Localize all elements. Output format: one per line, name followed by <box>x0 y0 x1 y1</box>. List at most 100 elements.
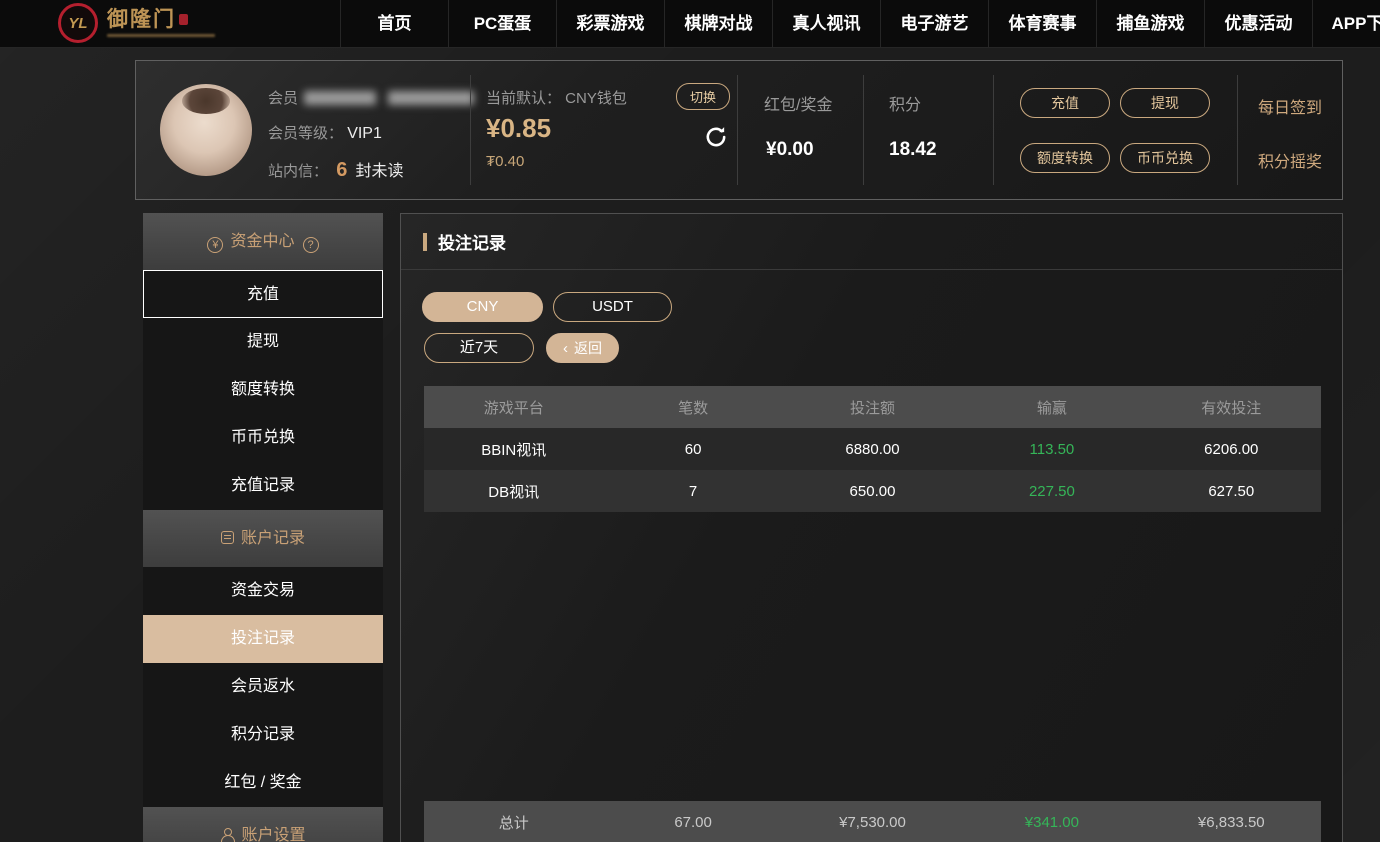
cell-platform: BBIN视讯 <box>424 439 603 460</box>
user-summary-panel: 会员 会员等级： VIP1 站内信： 6 封未读 当前默认： CNY钱包 切换 … <box>135 60 1343 200</box>
table-header-row: 游戏平台 笔数 投注额 输赢 有效投注 <box>424 386 1321 428</box>
page-title: 投注记录 <box>438 229 506 254</box>
sidebar: ¥ 资金中心? 充值 提现 额度转换 币币兑换 充值记录 账户记录 资金交易 投注… <box>143 213 383 842</box>
total-label: 总计 <box>424 812 603 833</box>
nav-item-live-casino[interactable]: 真人视讯 <box>772 0 880 48</box>
member-level-row: 会员等级： VIP1 <box>268 122 382 143</box>
currency-tab-usdt[interactable]: USDT <box>553 292 672 322</box>
nav-item-board-games[interactable]: 棋牌对战 <box>664 0 772 48</box>
sidebar-item-withdraw[interactable]: 提现 <box>143 318 383 366</box>
deposit-button[interactable]: 充值 <box>1020 88 1110 118</box>
avatar[interactable] <box>160 84 252 176</box>
wallet-cny-balance: ¥0.85 <box>486 113 551 144</box>
member-level-value: VIP1 <box>347 125 382 142</box>
table-total-row-wrap: 总计 67.00 ¥7,530.00 ¥341.00 ¥6,833.50 <box>424 801 1321 842</box>
panel-divider <box>1237 75 1238 185</box>
back-button[interactable]: ‹返回 <box>546 333 619 363</box>
nav-item-sports[interactable]: 体育赛事 <box>988 0 1096 48</box>
nav-item-lottery[interactable]: 彩票游戏 <box>556 0 664 48</box>
quota-transfer-button[interactable]: 额度转换 <box>1020 143 1110 173</box>
page: YL 御隆门 首页 PC蛋蛋 彩票游戏 棋牌对战 真人视讯 电子游艺 体育赛事 … <box>0 0 1380 842</box>
coin-exchange-button[interactable]: 币币兑换 <box>1120 143 1210 173</box>
panel-divider <box>470 75 471 185</box>
total-count: 67.00 <box>603 814 782 831</box>
nav-item-home[interactable]: 首页 <box>340 0 448 48</box>
nav-item-fishing[interactable]: 捕鱼游戏 <box>1096 0 1204 48</box>
member-level-label: 会员等级： <box>268 125 343 142</box>
logo-monogram: YL <box>68 15 87 32</box>
yen-circle-icon: ¥ <box>207 237 223 253</box>
wallet-switch-button[interactable]: 切换 <box>676 83 730 110</box>
col-header-winloss: 输赢 <box>962 397 1141 418</box>
inbox-label: 站内信： <box>268 163 328 180</box>
records-icon <box>221 531 234 544</box>
daily-signin-link[interactable]: 每日签到 <box>1258 94 1322 118</box>
sidebar-item-fund-transactions[interactable]: 资金交易 <box>143 567 383 615</box>
panel-divider <box>863 75 864 185</box>
points-value: 18.42 <box>889 139 937 161</box>
total-valid: ¥6,833.50 <box>1142 814 1321 831</box>
currency-tab-cny[interactable]: CNY <box>422 292 543 322</box>
col-header-valid-bet: 有效投注 <box>1142 397 1321 418</box>
sidebar-header-account-settings: 账户设置 <box>143 807 383 842</box>
col-header-count: 笔数 <box>603 397 782 418</box>
brand-logo[interactable]: YL 御隆门 <box>58 3 215 43</box>
cell-valid: 6206.00 <box>1142 441 1321 458</box>
title-accent-bar <box>423 233 427 251</box>
refresh-icon[interactable] <box>702 123 730 151</box>
logo-tagline <box>107 34 215 37</box>
bet-records-panel: 投注记录 CNY USDT 近7天 ‹返回 游戏平台 笔数 投注额 输赢 有效投… <box>400 213 1343 842</box>
sidebar-item-bet-records[interactable]: 投注记录 <box>143 615 383 663</box>
nav-item-app-download[interactable]: APP下载 <box>1312 0 1380 48</box>
date-range-button[interactable]: 近7天 <box>424 333 534 363</box>
logo-text: 御隆门 <box>107 8 176 31</box>
cell-bet: 650.00 <box>783 483 962 500</box>
wallet-default-label: 当前默认： CNY钱包 <box>486 87 627 108</box>
main-nav: 首页 PC蛋蛋 彩票游戏 棋牌对战 真人视讯 电子游艺 体育赛事 捕鱼游戏 优惠… <box>340 0 1380 48</box>
sidebar-item-coin-exchange[interactable]: 币币兑换 <box>143 414 383 462</box>
sidebar-item-points-records[interactable]: 积分记录 <box>143 711 383 759</box>
table-row: DB视讯 7 650.00 227.50 627.50 <box>424 470 1321 512</box>
sidebar-header-label: 资金中心 <box>230 233 294 250</box>
table-total-row: 总计 67.00 ¥7,530.00 ¥341.00 ¥6,833.50 <box>424 801 1321 842</box>
member-name-redacted <box>304 91 376 105</box>
wallet-usdt-balance: ₮0.40 <box>486 153 524 170</box>
sidebar-item-deposit[interactable]: 充值 <box>143 270 383 318</box>
inbox-unread-count: 6 <box>336 159 347 181</box>
nav-item-pceggs[interactable]: PC蛋蛋 <box>448 0 556 48</box>
sidebar-header-label: 账户记录 <box>241 530 305 547</box>
top-nav-bar: YL 御隆门 首页 PC蛋蛋 彩票游戏 棋牌对战 真人视讯 电子游艺 体育赛事 … <box>0 0 1380 48</box>
nav-item-slots[interactable]: 电子游艺 <box>880 0 988 48</box>
col-header-bet-amount: 投注额 <box>783 397 962 418</box>
cell-count: 60 <box>603 441 782 458</box>
logo-seal-icon <box>179 14 188 25</box>
withdraw-button[interactable]: 提现 <box>1120 88 1210 118</box>
cell-winloss: 227.50 <box>962 483 1141 500</box>
total-bet: ¥7,530.00 <box>783 814 962 831</box>
inbox-row[interactable]: 站内信： 6 封未读 <box>268 157 404 182</box>
cell-count: 7 <box>603 483 782 500</box>
cell-winloss: 113.50 <box>962 441 1141 458</box>
sidebar-item-redpacket-bonus[interactable]: 红包 / 奖金 <box>143 759 383 807</box>
panel-divider <box>993 75 994 185</box>
brand-logo-icon: YL <box>58 3 98 43</box>
cell-valid: 627.50 <box>1142 483 1321 500</box>
chevron-left-icon: ‹ <box>563 340 568 357</box>
member-name-row: 会员 <box>268 87 474 108</box>
sidebar-header-funds-center: ¥ 资金中心? <box>143 213 383 270</box>
help-icon[interactable]: ? <box>303 237 319 253</box>
sidebar-item-member-rebate[interactable]: 会员返水 <box>143 663 383 711</box>
panel-divider <box>737 75 738 185</box>
inbox-suffix: 封未读 <box>355 163 403 180</box>
member-name-redacted <box>388 91 474 105</box>
sidebar-item-deposit-records[interactable]: 充值记录 <box>143 462 383 510</box>
table-row: BBIN视讯 60 6880.00 113.50 6206.00 <box>424 428 1321 470</box>
points-lottery-link[interactable]: 积分摇奖 <box>1258 148 1322 172</box>
bet-records-table: 游戏平台 笔数 投注额 输赢 有效投注 BBIN视讯 60 6880.00 11… <box>424 386 1321 512</box>
person-icon <box>220 828 234 841</box>
member-label: 会员 <box>268 90 298 107</box>
nav-item-promotions[interactable]: 优惠活动 <box>1204 0 1312 48</box>
sidebar-header-account-records: 账户记录 <box>143 510 383 567</box>
sidebar-item-quota-transfer[interactable]: 额度转换 <box>143 366 383 414</box>
cell-platform: DB视讯 <box>424 481 603 502</box>
